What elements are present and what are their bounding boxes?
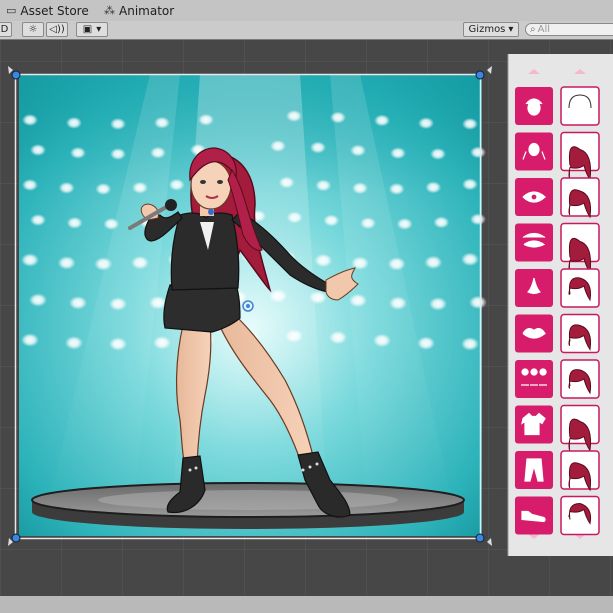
corner-handle-bottom-left[interactable] xyxy=(11,533,21,543)
hair-option-bald[interactable] xyxy=(560,86,600,126)
scene-canvas xyxy=(0,40,613,596)
tab-animator-label: Animator xyxy=(119,3,175,18)
tab-asset-store-label: Asset Store xyxy=(20,3,89,18)
scene-lighting-toggle[interactable]: ☼ xyxy=(22,22,44,37)
hair-option-medium-curly[interactable] xyxy=(560,177,600,219)
hierarchy-search-input[interactable]: ⌕ All xyxy=(525,23,613,36)
category-button-hair-back[interactable] xyxy=(515,132,553,171)
corner-handle-top-left[interactable] xyxy=(11,70,21,80)
hair-option-bun[interactable] xyxy=(560,495,600,536)
scene-effects-dropdown[interactable]: ▣ ▾ xyxy=(76,22,108,37)
sun-icon: ☼ xyxy=(28,24,38,35)
stage-platform xyxy=(31,482,465,529)
category-button-top[interactable] xyxy=(515,405,553,444)
hair-option-short-messy[interactable] xyxy=(560,268,600,308)
category-button-mouth[interactable] xyxy=(515,314,553,353)
search-icon: ⌕ xyxy=(530,24,536,35)
category-button-bottom[interactable] xyxy=(515,451,553,489)
scene-audio-toggle[interactable]: ◁)) xyxy=(46,22,68,37)
2d-mode-label: D xyxy=(0,24,9,35)
category-button-skin-tone[interactable] xyxy=(515,360,553,398)
status-bar xyxy=(0,596,613,613)
hair-option-short-layered[interactable] xyxy=(560,359,600,399)
editor-tab-bar: ▭ Asset Store ⁂ Animator xyxy=(0,0,613,22)
customization-panel xyxy=(507,54,613,556)
corner-handle-bottom-right[interactable] xyxy=(475,533,485,543)
category-button-nose[interactable] xyxy=(515,269,553,307)
search-placeholder: All xyxy=(537,24,551,35)
category-button-face-shape[interactable] xyxy=(515,87,553,125)
hair-option-shoulder-length[interactable] xyxy=(560,450,600,492)
category-button-eyes[interactable] xyxy=(515,178,553,216)
tab-asset-store[interactable]: ▭ Asset Store xyxy=(6,0,89,21)
2d-mode-toggle[interactable]: D xyxy=(0,22,12,37)
category-button-eyebrows[interactable] xyxy=(515,223,553,262)
category-button-shoes[interactable] xyxy=(515,496,553,535)
scene-toolbar: D ☼ ◁)) ▣ ▾ Gizmos ▾ ⌕ All xyxy=(0,21,613,40)
scene-view[interactable] xyxy=(0,40,613,596)
gizmos-dropdown[interactable]: Gizmos ▾ xyxy=(463,22,519,37)
chevron-down-icon: ▾ xyxy=(508,24,514,35)
tab-animator[interactable]: ⁂ Animator xyxy=(104,0,174,21)
hair-option-bob[interactable] xyxy=(560,313,600,354)
image-icon: ▣ xyxy=(82,24,93,35)
speaker-icon: ◁)) xyxy=(49,24,65,35)
shopping-bag-icon: ▭ xyxy=(6,4,17,17)
corner-handle-top-right[interactable] xyxy=(475,70,485,80)
chevron-down-icon: ▾ xyxy=(96,24,102,35)
gizmos-label: Gizmos xyxy=(468,24,506,35)
animator-icon: ⁂ xyxy=(104,4,115,17)
